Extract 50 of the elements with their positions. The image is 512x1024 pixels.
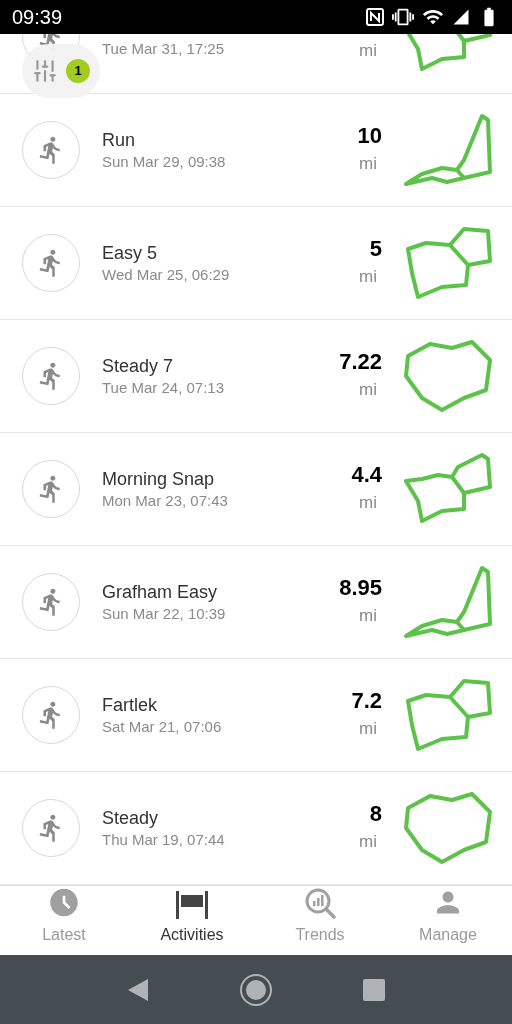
distance-unit: mi: [358, 831, 378, 853]
distance-unit: mi: [358, 718, 378, 740]
filter-button[interactable]: 1: [22, 44, 100, 98]
activity-row[interactable]: Easy 5 Wed Mar 25, 06:29 5 mi: [0, 207, 512, 320]
activity-date: Thu Mar 19, 07:44: [102, 830, 226, 850]
clock-time: 09:39: [12, 5, 63, 30]
distance-unit: mi: [358, 153, 378, 175]
activity-date: Sun Mar 22, 10:39: [102, 604, 227, 624]
sliders-icon: [32, 58, 58, 84]
vibrate-icon: [392, 6, 414, 28]
home-icon[interactable]: [239, 972, 273, 1007]
activity-title: Run: [102, 129, 137, 152]
activity-title: Morning Snap: [102, 468, 216, 491]
activity-title: Steady: [102, 807, 160, 830]
distance-value: 7.22: [339, 348, 382, 376]
tab[interactable]: Activities: [128, 886, 256, 955]
distance-value: 8: [369, 800, 382, 828]
signal-icon: [452, 8, 470, 26]
activity-title: Fartlek: [102, 694, 158, 717]
distance-unit: mi: [358, 492, 378, 514]
activity-row[interactable]: Run Sun Mar 29, 09:38 10 mi: [0, 94, 512, 207]
flag-icon: [175, 891, 209, 919]
activity-date: Mon Mar 23, 07:43: [102, 491, 229, 511]
activity-title: Grafham Easy: [102, 581, 219, 604]
activity-title: Steady 7: [102, 355, 175, 378]
distance-unit: mi: [358, 379, 378, 401]
distance-value: 5: [369, 235, 382, 263]
nfc-icon: [366, 8, 384, 26]
back-icon[interactable]: [127, 977, 149, 1002]
clock-icon: [47, 886, 81, 919]
activity-row[interactable]: Grafham Easy Sun Mar 22, 10:39 8.95 mi: [0, 546, 512, 659]
recents-icon[interactable]: [363, 978, 385, 1001]
search-chart-icon: [304, 887, 336, 919]
activity-date: Tue Mar 24, 07:13: [102, 378, 225, 398]
activity-row[interactable]: Steady 7 Tue Mar 24, 07:13 7.22 mi: [0, 320, 512, 433]
activity-row[interactable]: Fartlek Sat Mar 21, 07:06 7.2 mi: [0, 659, 512, 772]
filter-count-badge: 1: [66, 59, 90, 83]
activity-date: Tue Mar 31, 17:25: [102, 39, 225, 59]
distance-unit: mi: [358, 40, 378, 62]
activity-date: Wed Mar 25, 06:29: [102, 265, 231, 285]
activity-title: Easy 5: [102, 242, 159, 265]
distance-value: 10: [357, 122, 382, 150]
activity-date: Sat Mar 21, 07:06: [102, 717, 223, 737]
activity-date: Sun Mar 29, 09:38: [102, 152, 227, 172]
distance-unit: mi: [358, 266, 378, 288]
activity-row[interactable]: Morning Snap Mon Mar 23, 07:43 4.4 mi: [0, 433, 512, 546]
distance-unit: mi: [358, 605, 378, 627]
distance-value: 8.95: [339, 574, 382, 602]
distance-value: 7.2: [351, 687, 382, 715]
distance-value: 4.4: [351, 461, 382, 489]
